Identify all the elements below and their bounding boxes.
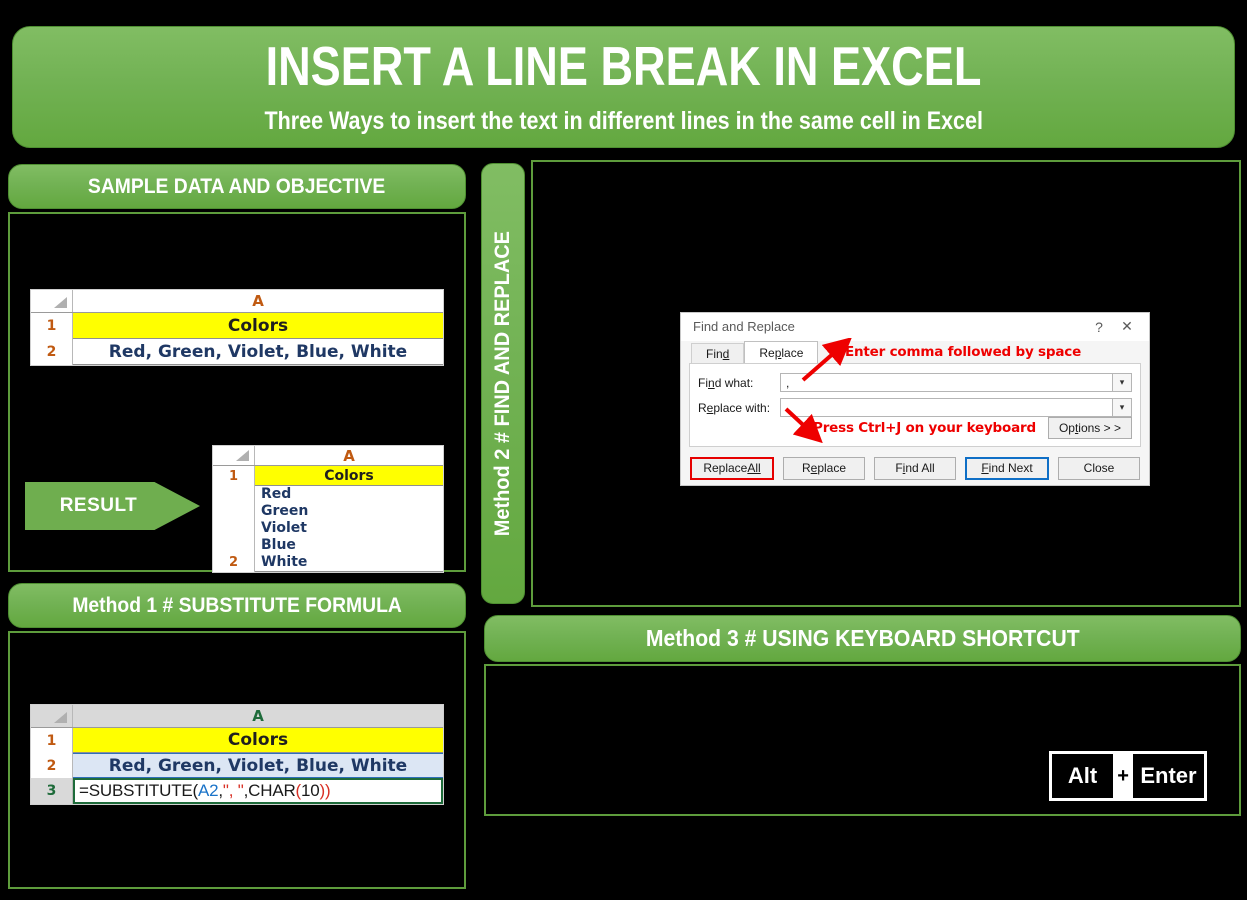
formula-part1: =SUBSTITUTE( <box>79 781 198 800</box>
result-line: Red <box>261 486 292 502</box>
result-spreadsheet: A 1 Colors 2 Red Green Violet Blue White <box>212 445 444 574</box>
result-line: Green <box>261 503 309 520</box>
cell-a1[interactable]: Colors <box>255 466 443 486</box>
spreadsheet-header-row: A <box>31 290 443 313</box>
cell-a3-formula[interactable]: =SUBSTITUTE(A2, ", ", CHAR(10)) <box>73 778 443 804</box>
table-row-selected: 2 Red, Green, Violet, Blue, White <box>31 753 443 778</box>
result-line: White <box>261 554 308 571</box>
dialog-button-bar: Replace All Re place Fi nd All Find Next C… <box>681 451 1149 485</box>
formula-arg2: 10 <box>301 781 320 800</box>
cell-a1[interactable]: Colors <box>73 728 443 753</box>
footer: EXCEL Unlocked https://www.excelunlocked… <box>0 820 1247 900</box>
row-header[interactable]: 2 <box>31 339 73 365</box>
select-all-corner-icon[interactable] <box>213 446 255 465</box>
find-what-row: Find what: , ▾ <box>698 373 1132 392</box>
annotation-press-ctrl-j: Press Ctrl+J on your keyboard <box>813 420 1036 436</box>
row-header[interactable]: 2 <box>213 486 255 573</box>
section-header-method1-label: Method 1 # SUBSTITUTE FORMULA <box>72 593 402 617</box>
dialog-title-bar: Find and Replace ? ✕ <box>681 313 1149 341</box>
table-row: 2 Red, Green, Violet, Blue, White <box>31 339 443 365</box>
formula-cell-ref: A2 <box>197 781 219 800</box>
section-header-sample-data-label: SAMPLE DATA AND OBJECTIVE <box>88 174 386 198</box>
close-button[interactable]: Close <box>1058 456 1140 480</box>
column-header-a[interactable]: A <box>73 290 443 312</box>
row-header[interactable]: 1 <box>31 313 73 339</box>
replace-with-row: Replace with: ▾ <box>698 398 1132 417</box>
annotation-arrow-top-icon <box>801 338 853 382</box>
result-line: Violet <box>261 520 307 537</box>
main-title-banner: INSERT A LINE BREAK IN EXCEL Three Ways … <box>12 26 1235 148</box>
keyboard-shortcut-alt-enter: Alt + Enter <box>1049 751 1207 801</box>
page-subtitle: Three Ways to insert the text in differe… <box>264 106 983 135</box>
close-icon[interactable]: ✕ <box>1113 318 1141 335</box>
cell-a1[interactable]: Colors <box>73 313 443 339</box>
row-header[interactable]: 2 <box>31 753 73 778</box>
find-next-button[interactable]: Find Next <box>965 456 1049 480</box>
tab-find-accesskey: d <box>722 346 730 361</box>
table-row: 2 Red Green Violet Blue White <box>213 486 443 573</box>
row-header[interactable]: 3 <box>31 778 73 804</box>
sample-data-spreadsheet: A 1 Colors 2 Red, Green, Violet, Blue, W… <box>30 289 444 366</box>
tab-find[interactable]: Fin d <box>691 343 745 363</box>
key-plus-separator: + <box>1117 764 1129 787</box>
help-icon[interactable]: ? <box>1085 319 1113 335</box>
section-header-method2: Method 2 # FIND AND REPLACE <box>481 163 525 604</box>
cell-a2[interactable]: Red, Green, Violet, Blue, White <box>73 339 443 365</box>
section-header-method3: Method 3 # USING KEYBOARD SHORTCUT <box>484 615 1241 662</box>
find-what-chevron-down-icon[interactable]: ▾ <box>1113 373 1132 392</box>
key-enter: Enter <box>1132 754 1204 798</box>
row-header[interactable]: 1 <box>31 728 73 753</box>
column-header-a[interactable]: A <box>255 446 443 465</box>
dialog-title: Find and Replace <box>693 319 795 334</box>
replace-with-label: Replace with: <box>698 400 771 415</box>
formula-func2: CHAR <box>248 781 296 800</box>
tab-replace-label: Re <box>759 345 775 360</box>
formula-close-parens: )) <box>319 781 331 800</box>
section-header-method2-label: Method 2 # FIND AND REPLACE <box>491 230 514 537</box>
find-what-label: Find what: <box>698 375 754 390</box>
key-alt: Alt <box>1052 754 1114 798</box>
method1-spreadsheet: A 1 Colors 2 Red, Green, Violet, Blue, W… <box>30 704 444 805</box>
annotation-enter-comma: Enter comma followed by space <box>845 344 1082 360</box>
result-line: Blue <box>261 537 296 554</box>
column-header-a[interactable]: A <box>73 705 443 727</box>
tab-find-label: Fin <box>706 346 723 361</box>
page-title: INSERT A LINE BREAK IN EXCEL <box>265 34 982 97</box>
spreadsheet-header-row: A <box>31 705 443 728</box>
section-header-method3-label: Method 3 # USING KEYBOARD SHORTCUT <box>645 625 1080 651</box>
table-row: 1 Colors <box>31 728 443 753</box>
replace-button[interactable]: Re place <box>783 456 865 480</box>
tab-replace-accesskey: p <box>774 345 782 360</box>
options-button[interactable]: Op t ions > > <box>1047 417 1132 439</box>
spreadsheet-header-row: A <box>213 446 443 466</box>
select-all-corner-icon[interactable] <box>31 290 73 312</box>
table-row: 1 Colors <box>213 466 443 486</box>
find-and-replace-dialog: Find and Replace ? ✕ Fin d Re p lace Find w… <box>680 312 1150 486</box>
table-row-formula: 3 =SUBSTITUTE(A2, ", ", CHAR(10)) <box>31 778 443 804</box>
replace-all-button[interactable]: Replace All <box>690 456 774 480</box>
replace-with-chevron-down-icon[interactable]: ▾ <box>1113 398 1132 417</box>
find-all-button[interactable]: Fi nd All <box>874 456 956 480</box>
formula-delimiter: ", " <box>222 781 244 800</box>
section-header-method1: Method 1 # SUBSTITUTE FORMULA <box>8 583 466 628</box>
result-arrow-label: RESULT <box>59 495 138 516</box>
section-header-sample-data: SAMPLE DATA AND OBJECTIVE <box>8 164 466 209</box>
cell-a2-multiline[interactable]: Red Green Violet Blue White <box>255 486 443 573</box>
row-header[interactable]: 1 <box>213 466 255 486</box>
infographic-page: INSERT A LINE BREAK IN EXCEL Three Ways … <box>0 0 1247 900</box>
annotation-arrow-bottom-icon <box>784 407 823 444</box>
select-all-corner-icon[interactable] <box>31 705 73 727</box>
table-row: 1 Colors <box>31 313 443 339</box>
cell-a2[interactable]: Red, Green, Violet, Blue, White <box>73 753 443 778</box>
